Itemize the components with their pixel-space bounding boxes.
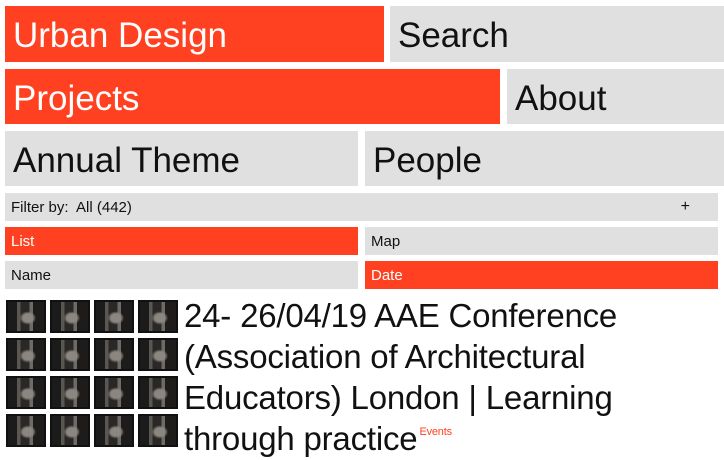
project-title-link[interactable]: 24- 26/04/19 AAE Conference (Association… [184, 295, 704, 459]
project-thumbnail [94, 300, 134, 333]
project-thumbnail [138, 300, 178, 333]
view-list-button[interactable]: List [5, 227, 358, 255]
project-thumbnail [94, 414, 134, 447]
nav-annual-theme-label: Annual Theme [13, 141, 241, 180]
view-map-label: Map [371, 233, 401, 250]
project-thumbnail [94, 376, 134, 409]
filter-expand-icon[interactable]: + [681, 199, 690, 215]
project-thumbnail [50, 376, 90, 409]
site-title: Urban Design [13, 16, 227, 55]
project-thumbnail [50, 300, 90, 333]
project-thumbnail [6, 376, 46, 409]
nav-projects-label: Projects [13, 79, 140, 118]
sort-date-label: Date [371, 267, 403, 284]
project-thumbnail [6, 300, 46, 333]
site-title-link[interactable]: Urban Design [5, 6, 384, 62]
project-thumbnail [138, 338, 178, 371]
filter-value[interactable]: All (442) [76, 199, 132, 216]
nav-about-label: About [515, 79, 607, 118]
view-list-label: List [11, 233, 35, 250]
project-thumbnail [138, 414, 178, 447]
view-map-button[interactable]: Map [365, 227, 718, 255]
nav-people-label: People [373, 141, 482, 180]
nav-about[interactable]: About [507, 69, 724, 124]
project-thumbnail [138, 376, 178, 409]
sort-name-button[interactable]: Name [5, 261, 358, 289]
nav-annual-theme[interactable]: Annual Theme [5, 131, 358, 186]
search-label: Search [398, 16, 509, 55]
project-category-tag[interactable]: Events [419, 426, 452, 438]
nav-people[interactable]: People [365, 131, 724, 186]
sort-name-label: Name [11, 267, 52, 284]
project-title: 24- 26/04/19 AAE Conference (Association… [184, 297, 618, 457]
filter-label: Filter by: [11, 199, 69, 216]
search-button[interactable]: Search [390, 6, 724, 62]
project-thumbnail [6, 338, 46, 371]
project-thumbnail-grid[interactable] [6, 300, 179, 460]
project-thumbnail [94, 338, 134, 371]
project-thumbnail [50, 338, 90, 371]
project-thumbnail [50, 414, 90, 447]
nav-projects[interactable]: Projects [5, 69, 500, 124]
filter-bar[interactable]: Filter by: All (442) + [5, 193, 718, 221]
project-thumbnail [6, 414, 46, 447]
sort-date-button[interactable]: Date [365, 261, 718, 289]
